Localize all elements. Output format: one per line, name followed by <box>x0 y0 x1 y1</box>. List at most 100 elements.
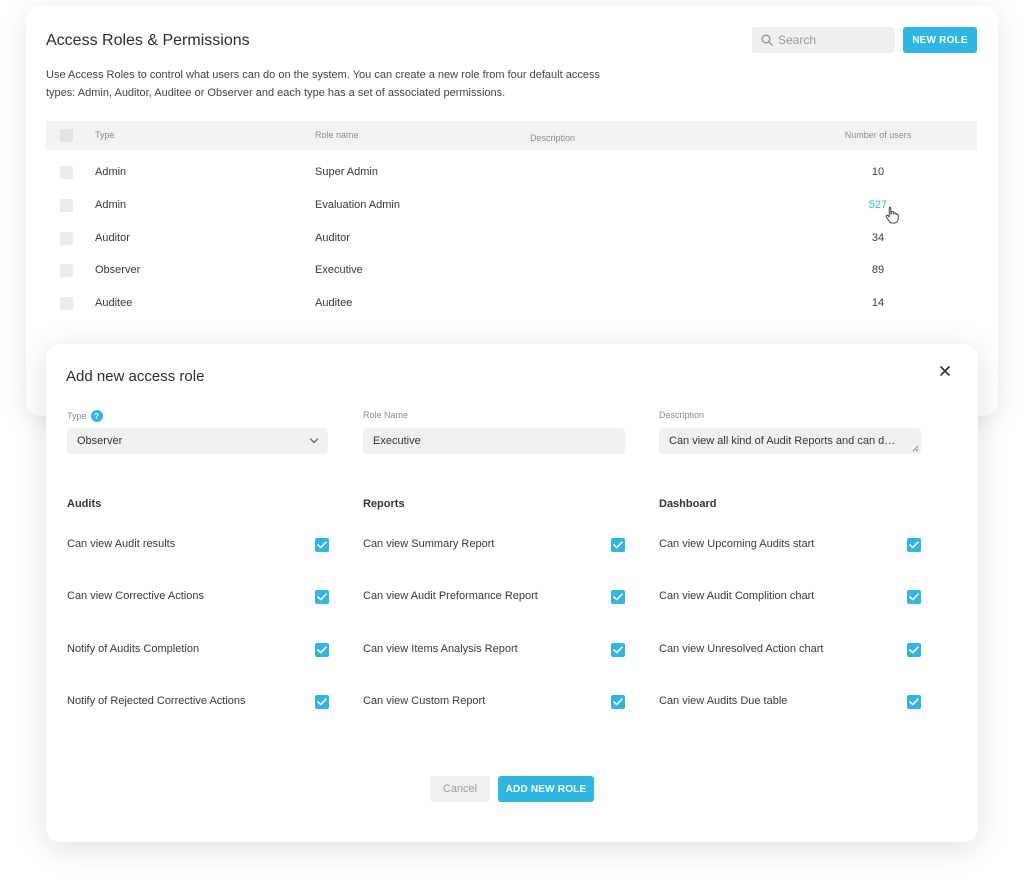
role-name-value: Executive <box>373 435 421 447</box>
row-role-name: Executive <box>315 264 363 276</box>
resize-handle-icon[interactable] <box>911 444 919 452</box>
description-label: Description <box>659 410 705 420</box>
permission-item: Notify of Rejected Corrective Actions <box>67 694 329 747</box>
permission-item: Can view Unresolved Action chart <box>659 642 921 695</box>
row-type: Admin <box>95 199 127 211</box>
cancel-button[interactable]: Cancel <box>430 776 490 802</box>
dashboard-section: Dashboard Can view Upcoming Audits start… <box>659 498 921 747</box>
table-row[interactable]: Auditee Auditee 14 <box>46 288 977 320</box>
permission-item: Can view Audits Due table <box>659 694 921 747</box>
permission-checkbox[interactable] <box>611 694 625 709</box>
close-button[interactable] <box>934 360 956 382</box>
page-description: Use Access Roles to control what users c… <box>46 69 600 99</box>
description-textarea[interactable]: Can view all kind of Audit Reports and c… <box>659 428 921 454</box>
row-users: 34 <box>871 232 885 244</box>
row-users: 10 <box>871 166 885 178</box>
permission-label: Can view Custom Report <box>363 694 486 707</box>
hand-pointer-icon <box>885 207 899 224</box>
row-type: Observer <box>95 264 141 276</box>
check-icon <box>613 541 623 549</box>
type-select[interactable]: Observer <box>67 428 328 454</box>
permission-checkbox[interactable] <box>907 590 921 605</box>
type-label-wrap: Type ? <box>67 410 103 422</box>
header-role-name[interactable]: Role name <box>315 130 359 140</box>
table-row[interactable]: Admin Evaluation Admin 527 <box>46 190 977 222</box>
search-input[interactable]: Search <box>752 27 895 53</box>
permission-checkbox[interactable] <box>907 642 921 657</box>
page-title: Access Roles & Permissions <box>46 32 250 49</box>
description-value: Can view all kind of Audit Reports and c… <box>669 435 901 447</box>
permission-checkbox[interactable] <box>611 538 625 552</box>
section-title: Audits <box>67 498 102 510</box>
reports-section: Reports Can view Summary Report Can view… <box>363 498 625 747</box>
permission-item: Can view Audit Preformance Report <box>363 590 625 642</box>
row-checkbox[interactable] <box>60 297 73 310</box>
close-icon <box>940 366 950 376</box>
permission-label: Notify of Rejected Corrective Actions <box>67 694 246 707</box>
help-icon[interactable]: ? <box>90 410 103 422</box>
permission-checkbox[interactable] <box>315 538 329 552</box>
header-description[interactable]: Description <box>530 133 575 143</box>
row-role-name: Evaluation Admin <box>315 199 400 211</box>
row-checkbox[interactable] <box>60 264 73 277</box>
permission-label: Can view Upcoming Audits start <box>659 538 815 550</box>
search-placeholder: Search <box>778 33 817 47</box>
permission-label: Can view Items Analysis Report <box>363 642 518 655</box>
new-role-button[interactable]: NEW ROLE <box>903 27 977 53</box>
search-icon <box>761 34 773 46</box>
add-new-role-button[interactable]: ADD NEW ROLE <box>498 776 594 802</box>
check-icon <box>613 645 623 653</box>
header-number-of-users[interactable]: Number of users <box>836 130 920 140</box>
permission-label: Can view Audits Due table <box>659 694 788 707</box>
section-title: Dashboard <box>659 498 717 510</box>
permission-item: Can view Audit Complition chart <box>659 590 921 642</box>
modal-title: Add new access role <box>66 368 205 385</box>
table-header: Type Role name Description Number of use… <box>46 121 977 150</box>
check-icon <box>317 698 327 706</box>
add-role-modal: Add new access role Type ? Role Name Des… <box>46 344 978 842</box>
permission-checkbox[interactable] <box>611 590 625 605</box>
table-row[interactable]: Auditor Auditor 34 <box>46 223 977 255</box>
row-checkbox[interactable] <box>60 166 73 179</box>
section-title: Reports <box>363 498 405 510</box>
permission-item: Can view Summary Report <box>363 538 625 590</box>
permission-item: Can view Items Analysis Report <box>363 642 625 695</box>
row-type: Auditee <box>95 297 133 309</box>
permission-item: Can view Upcoming Audits start <box>659 538 921 590</box>
table-row[interactable]: Admin Super Admin 10 <box>46 157 977 189</box>
permission-checkbox[interactable] <box>315 694 329 709</box>
permission-label: Can view Audit Complition chart <box>659 590 815 603</box>
permission-checkbox[interactable] <box>907 538 921 552</box>
row-role-name: Auditee <box>315 297 353 309</box>
permission-item: Notify of Audits Completion <box>67 642 329 695</box>
check-icon <box>909 541 919 549</box>
select-all-checkbox[interactable] <box>60 129 73 142</box>
check-icon <box>613 593 623 601</box>
row-role-name: Auditor <box>315 232 350 244</box>
permission-checkbox[interactable] <box>315 590 329 605</box>
permission-checkbox[interactable] <box>315 642 329 657</box>
permission-checkbox[interactable] <box>611 642 625 657</box>
audits-section: Audits Can view Audit results Can view C… <box>67 498 329 747</box>
role-name-input[interactable]: Executive <box>363 428 625 454</box>
header-type[interactable]: Type <box>95 130 115 140</box>
row-type: Admin <box>95 166 127 178</box>
row-users: 89 <box>871 264 885 276</box>
row-role-name: Super Admin <box>315 166 378 178</box>
permission-label: Can view Audit results <box>67 538 176 550</box>
row-checkbox[interactable] <box>60 232 73 245</box>
row-type: Auditor <box>95 232 130 244</box>
permission-label: Can view Unresolved Action chart <box>659 642 824 655</box>
check-icon <box>909 698 919 706</box>
permission-label: Notify of Audits Completion <box>67 642 200 655</box>
table-row[interactable]: Observer Executive 89 <box>46 255 977 287</box>
role-name-label: Role Name <box>363 410 409 420</box>
permission-checkbox[interactable] <box>907 694 921 709</box>
permission-item: Can view Corrective Actions <box>67 590 329 642</box>
permission-label: Can view Audit Preformance Report <box>363 590 538 603</box>
chevron-down-icon <box>309 438 319 444</box>
type-label: Type <box>67 411 87 421</box>
row-checkbox[interactable] <box>60 199 73 212</box>
row-users-link[interactable]: 527 <box>836 199 920 211</box>
check-icon <box>909 645 919 653</box>
